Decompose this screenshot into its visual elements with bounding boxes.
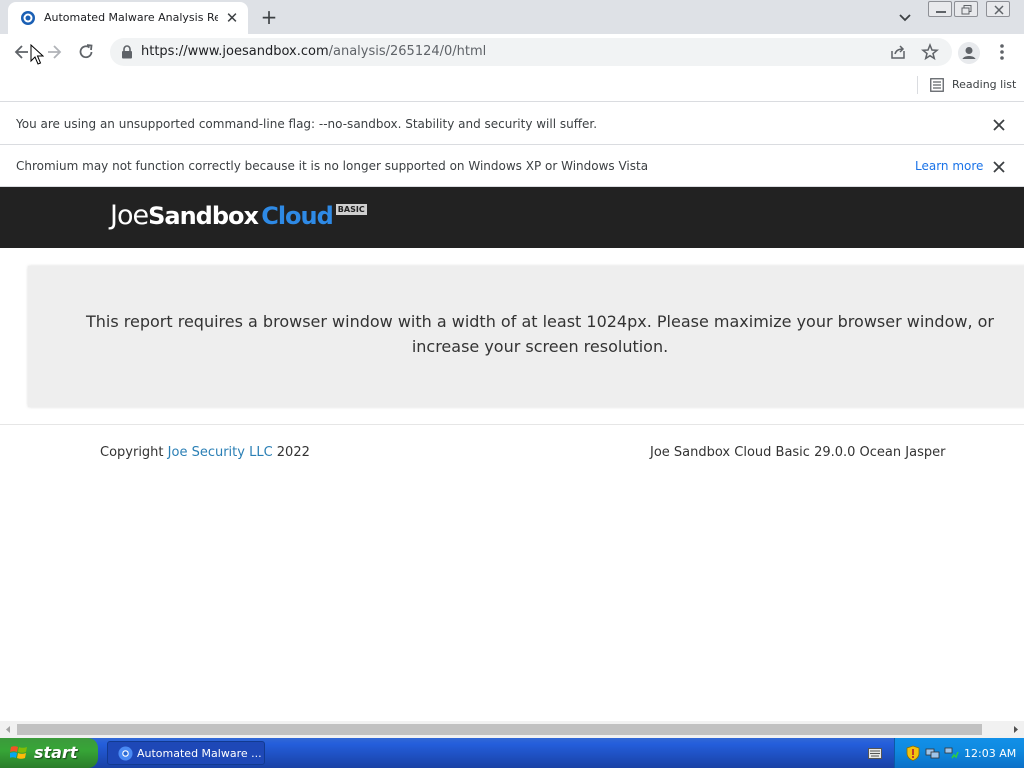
joe-sandbox-logo[interactable]: JoeSandbox Cloud BASIC (110, 200, 367, 236)
taskbar-item-label: Automated Malware ... (137, 747, 262, 760)
menu-icon[interactable] (994, 42, 1010, 62)
logo-part-joe: Joe (110, 200, 149, 231)
copyright-year: 2022 (272, 445, 310, 460)
clock[interactable]: 12:03 AM (964, 747, 1016, 760)
scroll-right-icon[interactable] (1007, 721, 1024, 738)
back-icon[interactable] (12, 42, 32, 62)
keyboard-icon[interactable] (868, 748, 882, 759)
version-text: Joe Sandbox Cloud Basic 29.0.0 Ocean Jas… (650, 445, 946, 460)
scroll-left-icon[interactable] (0, 721, 17, 738)
logo-badge-basic: BASIC (335, 204, 367, 215)
close-icon[interactable]: ✕ (223, 9, 241, 27)
close-icon[interactable] (990, 158, 1008, 176)
address-bar[interactable]: https://www.joesandbox.com/analysis/2651… (110, 38, 952, 66)
infobar-text: You are using an unsupported command-lin… (16, 117, 598, 131)
tab-strip: Automated Malware Analysis Report ✕ + (0, 0, 1024, 34)
bookmarks-divider (917, 76, 918, 94)
mouse-cursor-icon (30, 44, 44, 65)
joe-security-link[interactable]: Joe Security LLC (168, 445, 273, 460)
copyright: Copyright Joe Security LLC 2022 (100, 445, 310, 460)
learn-more-link[interactable]: Learn more (915, 159, 983, 173)
infobar-text: Chromium may not function correctly beca… (16, 159, 649, 173)
chromium-icon (118, 746, 133, 761)
horizontal-scrollbar[interactable] (0, 721, 1024, 738)
infobar-xp-warning: Chromium may not function correctly beca… (0, 145, 1024, 187)
favicon-icon (21, 11, 35, 25)
site-header: JoeSandbox Cloud BASIC (0, 187, 1024, 248)
profile-icon[interactable] (958, 42, 980, 64)
reading-list-icon (930, 78, 944, 92)
scrollbar-thumb[interactable] (17, 724, 982, 735)
copyright-prefix: Copyright (100, 445, 168, 460)
browser-toolbar: https://www.joesandbox.com/analysis/2651… (0, 34, 1024, 70)
star-icon[interactable] (921, 43, 939, 61)
tab-title: Automated Malware Analysis Report (44, 11, 218, 24)
share-icon[interactable] (889, 43, 907, 61)
start-button[interactable]: start (0, 738, 98, 768)
system-tray: 12:03 AM (894, 738, 1024, 768)
minimize-button[interactable] (928, 1, 952, 17)
network-icon[interactable] (925, 745, 941, 761)
infobar-sandbox-warning: You are using an unsupported command-lin… (0, 103, 1024, 145)
logo-part-cloud: Cloud (261, 202, 334, 230)
taskbar-item-chromium[interactable]: Automated Malware ... (107, 741, 265, 765)
bookmarks-bar: Reading list (0, 70, 1024, 102)
notice-text: This report requires a browser window wi… (86, 312, 994, 356)
url-text[interactable]: https://www.joesandbox.com/analysis/2651… (141, 44, 486, 59)
restore-button[interactable] (954, 1, 978, 17)
logo-part-sandbox: Sandbox (148, 202, 259, 230)
close-window-button[interactable] (986, 1, 1010, 17)
tab-active[interactable]: Automated Malware Analysis Report ✕ (8, 2, 248, 34)
forward-icon[interactable] (44, 42, 64, 62)
taskbar: start Automated Malware ... 12:03 AM (0, 738, 1024, 768)
footer-divider (0, 424, 1024, 425)
start-label: start (34, 743, 78, 762)
resolution-notice: This report requires a browser window wi… (28, 266, 1024, 407)
windows-logo-icon (10, 746, 27, 759)
reading-list-label: Reading list (952, 78, 1017, 91)
reload-icon[interactable] (76, 42, 96, 62)
close-icon[interactable] (990, 116, 1008, 134)
new-tab-button[interactable]: + (258, 6, 280, 28)
network-status-icon[interactable] (943, 745, 959, 761)
lock-icon[interactable] (121, 45, 133, 59)
chevron-down-icon[interactable] (896, 8, 914, 26)
security-shield-icon[interactable] (905, 745, 921, 761)
